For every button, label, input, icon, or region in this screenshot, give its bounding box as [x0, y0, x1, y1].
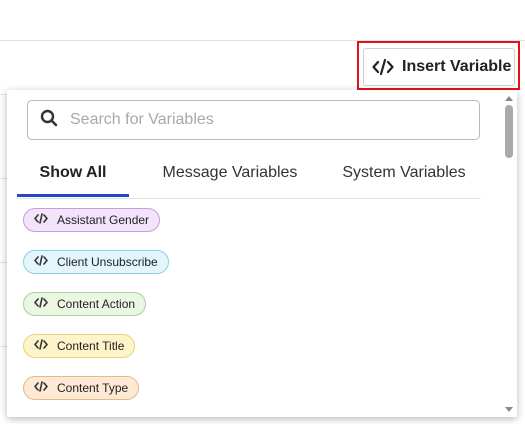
tab-show-all[interactable]: Show All — [17, 150, 129, 197]
code-icon — [34, 213, 48, 227]
tab-label: System Variables — [342, 164, 466, 181]
variable-chip-label: Client Unsubscribe — [57, 255, 158, 269]
variable-chip-label: Assistant Gender — [57, 213, 150, 227]
scroll-up-arrow[interactable] — [505, 96, 513, 101]
tab-system-variables[interactable]: System Variables — [322, 150, 486, 196]
code-icon — [34, 255, 48, 269]
scroll-down-arrow[interactable] — [505, 407, 513, 412]
variable-chip-content-type[interactable]: Content Type — [23, 376, 140, 400]
variable-chip-content-action[interactable]: Content Action — [23, 292, 147, 316]
insert-variable-label: Insert Variable — [402, 58, 512, 75]
code-icon — [34, 381, 48, 395]
dropdown-scrollbar[interactable] — [504, 96, 514, 412]
search-input[interactable] — [68, 110, 452, 130]
variable-chip-label: Content Type — [57, 381, 129, 395]
variables-dropdown: Show All Message Variables System Variab… — [7, 90, 517, 417]
code-icon — [34, 339, 48, 353]
search-icon — [40, 109, 58, 132]
variable-chip-client-unsubscribe[interactable]: Client Unsubscribe — [23, 250, 169, 274]
tab-message-variables[interactable]: Message Variables — [143, 150, 317, 196]
insert-variable-button[interactable]: Insert Variable — [363, 48, 515, 86]
code-icon — [34, 297, 48, 311]
tab-bar: Show All Message Variables System Variab… — [17, 150, 481, 199]
top-bar — [0, 0, 525, 41]
scrollbar-thumb[interactable] — [505, 105, 513, 158]
search-box[interactable] — [27, 100, 480, 140]
tab-label: Show All — [39, 164, 107, 181]
tab-label: Message Variables — [162, 164, 298, 181]
variable-chip-content-title[interactable]: Content Title — [23, 334, 136, 358]
variable-chip-assistant-gender[interactable]: Assistant Gender — [23, 208, 161, 232]
variable-chip-label: Content Title — [57, 339, 125, 353]
variable-chip-label: Content Action — [57, 297, 136, 311]
code-icon — [372, 58, 394, 76]
